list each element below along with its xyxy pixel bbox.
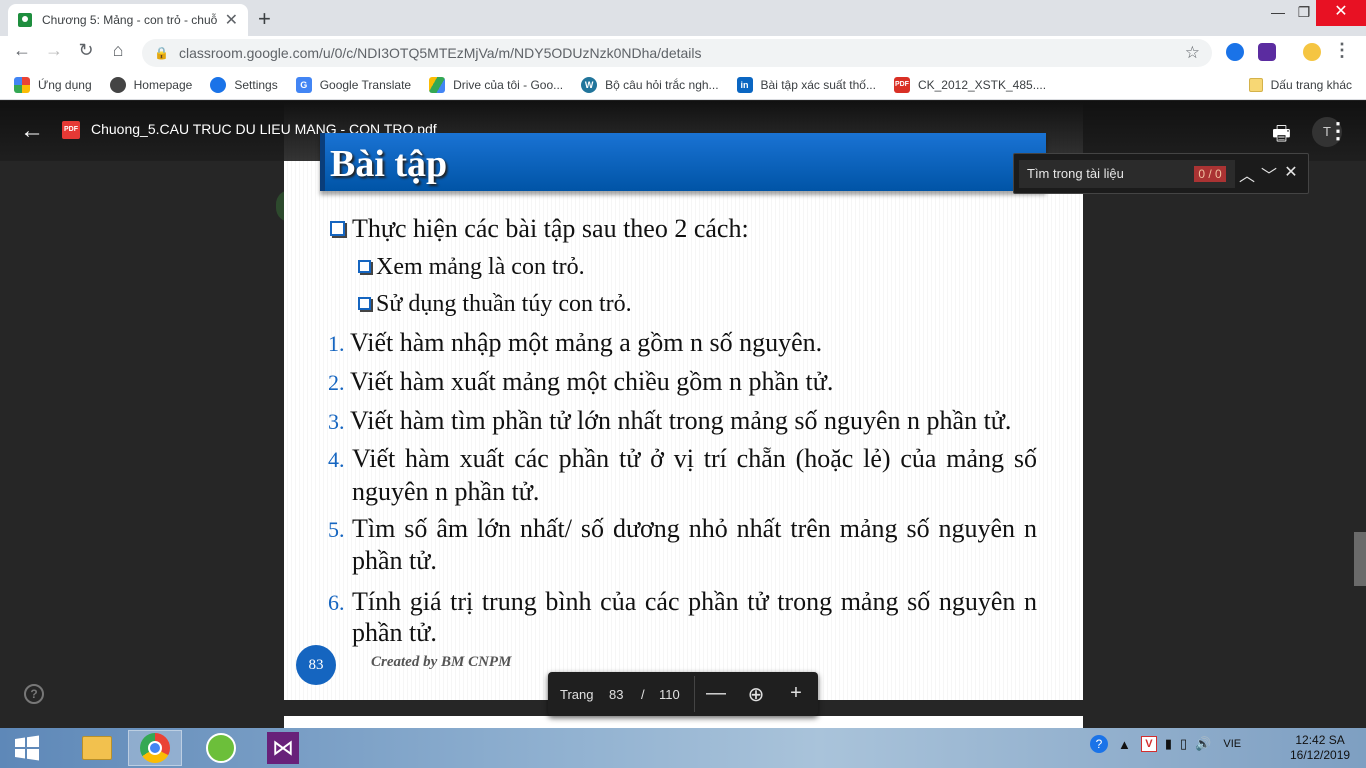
exercise-5-line-1: Tìm số âm lớn nhất/ số dương nhỏ nhất tr… (352, 514, 1037, 543)
reload-button[interactable]: ↻ (74, 40, 98, 61)
help-tray-icon[interactable]: ? (1090, 735, 1108, 753)
tab-title: Chương 5: Mảng - con trỏ - chuỗ (42, 13, 218, 27)
url-text[interactable]: classroom.google.com/u/0/c/NDI3OTQ5MTEzM… (179, 45, 702, 61)
windows-logo-icon (15, 735, 39, 761)
print-icon[interactable]: 🖶 (1272, 119, 1291, 153)
bookmark-apps[interactable]: Ứng dụng (14, 76, 92, 93)
wordpress-icon: W (581, 76, 598, 93)
gear-icon (210, 76, 227, 93)
exercise-5-line-2: phần tử. (352, 546, 437, 575)
exercise-6-number: 6. (328, 590, 345, 615)
chrome-taskbar-button[interactable] (128, 730, 182, 766)
exercise-3: 3. Viết hàm tìm phần tử lớn nhất trong mả… (328, 406, 1012, 435)
pager-divider (694, 676, 695, 712)
slide-method-2: Sử dụng thuần túy con trỏ. (358, 291, 632, 318)
zoom-fit-icon[interactable]: ⊕ (743, 682, 769, 707)
zoom-out-icon[interactable]: — (703, 682, 729, 705)
find-previous-icon[interactable]: ︿ (1237, 162, 1257, 186)
show-hidden-icons-icon[interactable]: ▲ (1118, 737, 1131, 752)
slide-method-1: Xem mảng là con trỏ. (358, 254, 585, 281)
apps-grid-icon (14, 76, 30, 93)
close-viewer-back-icon[interactable]: ← (20, 117, 44, 145)
page-label: Trang (560, 687, 594, 702)
lock-icon: 🔒 (154, 46, 169, 60)
more-options-icon[interactable]: ⋮ (1327, 118, 1349, 144)
maximize-button[interactable]: ❐ (1289, 4, 1319, 21)
language-indicator[interactable]: VIE (1223, 738, 1241, 750)
home-button[interactable]: ⌂ (106, 40, 130, 61)
total-pages: 110 (659, 687, 680, 702)
drive-icon (429, 76, 446, 93)
folder-icon (1248, 78, 1263, 92)
chrome-icon (140, 733, 170, 763)
network-icon[interactable]: ▯ (1180, 736, 1187, 752)
chrome-menu-icon[interactable]: ⋮ (1330, 40, 1354, 61)
page-separator: / (641, 687, 645, 702)
bookmark-statistics[interactable]: in Bài tập xác suất thố... (736, 76, 876, 93)
new-tab-button[interactable]: + (258, 6, 271, 32)
bookmark-homepage[interactable]: Homepage (109, 76, 192, 93)
scrollbar-thumb[interactable] (1354, 532, 1366, 586)
exercise-6-line-2: phần tử. (352, 618, 437, 647)
exercise-6-line-1: Tính giá trị trung bình của các phần tử … (352, 587, 1037, 616)
checkbox-bullet-icon (330, 221, 345, 236)
bookmark-drive[interactable]: Drive của tôi - Goo... (429, 76, 563, 93)
classroom-favicon-icon (18, 13, 32, 27)
start-button[interactable] (0, 730, 54, 766)
other-bookmarks[interactable]: Dấu trang khác (1248, 70, 1352, 100)
profile-emoji-icon[interactable] (1303, 43, 1321, 61)
unikey-icon[interactable]: V (1140, 736, 1157, 752)
file-explorer-button[interactable] (70, 730, 124, 766)
exercise-1: 1. Viết hàm nhập một mảng a gồm n số nguy… (328, 328, 823, 357)
slide-credit: Created by BM CNPM (371, 654, 512, 670)
app-green-icon (206, 733, 236, 763)
slide-page-number: 83 (296, 645, 336, 685)
help-icon[interactable]: ? (24, 684, 44, 704)
find-match-count: 0 / 0 (1194, 166, 1226, 182)
checkbox-bullet-icon (358, 260, 371, 273)
visual-studio-taskbar-button[interactable]: ⋈ (256, 730, 310, 766)
folder-icon (82, 736, 112, 760)
exercise-2: 2. Viết hàm xuất mảng một chiều gồm n phầ… (328, 367, 834, 396)
bookmark-translate[interactable]: G Google Translate (295, 76, 411, 93)
exercise-4-line-1: Viết hàm xuất các phần tử ở vị trí chẵn … (352, 444, 1037, 473)
greenshot-taskbar-button[interactable] (194, 730, 248, 766)
checkbox-bullet-icon (358, 297, 371, 310)
window-close-button[interactable]: ✕ (1316, 0, 1366, 26)
linkedin-icon: in (736, 76, 753, 93)
bookmarks-bar: Ứng dụng Homepage Settings G Google Tran… (0, 70, 1366, 100)
translate-icon: G (295, 76, 312, 93)
pdf-icon: PDF (893, 76, 910, 93)
system-tray: ? ▲ V ▮ ▯ 🔊 VIE (1090, 735, 1241, 753)
visual-studio-icon: ⋈ (267, 732, 299, 764)
forward-button[interactable]: → (42, 40, 66, 61)
browser-tab[interactable]: Chương 5: Mảng - con trỏ - chuỗ ✕ (8, 4, 248, 36)
bookmark-ck2012[interactable]: PDF CK_2012_XSTK_485.... (893, 76, 1046, 93)
slide-intro: Thực hiện các bài tập sau theo 2 cách: (330, 214, 749, 244)
bookmark-star-icon[interactable]: ☆ (1185, 43, 1200, 63)
globe-icon (109, 76, 126, 93)
current-page-input[interactable]: 83 (609, 687, 623, 702)
back-button[interactable]: ← (10, 40, 34, 61)
tab-close-icon[interactable]: ✕ (225, 10, 238, 30)
address-bar[interactable]: 🔒 classroom.google.com/u/0/c/NDI3OTQ5MTE… (142, 39, 1212, 67)
pdf-file-icon: PDF (62, 121, 80, 139)
zoom-in-icon[interactable]: + (783, 682, 809, 705)
clock-date: 16/12/2019 (1290, 748, 1351, 762)
next-pdf-page (284, 716, 1083, 728)
find-next-icon[interactable]: ﹀ (1259, 162, 1279, 186)
extension-purple-icon[interactable] (1258, 43, 1276, 61)
find-close-icon[interactable]: ✕ (1281, 162, 1301, 182)
clock[interactable]: 12:42 SA 16/12/2019 (1290, 733, 1350, 763)
exercise-4-line-2: nguyên n phần tử. (352, 477, 540, 506)
bookmark-settings[interactable]: Settings (210, 76, 278, 93)
clock-time: 12:42 SA (1295, 733, 1345, 747)
exercise-4-number: 4. (328, 447, 345, 472)
extension-blue-icon[interactable] (1226, 43, 1244, 61)
exercise-5-number: 5. (328, 517, 345, 542)
slide-title: Bài tập (330, 143, 448, 185)
signal-icon[interactable]: ▮ (1165, 736, 1172, 752)
volume-icon[interactable]: 🔊 (1195, 736, 1211, 752)
bookmark-quiz[interactable]: W Bộ câu hỏi trắc ngh... (581, 76, 719, 93)
